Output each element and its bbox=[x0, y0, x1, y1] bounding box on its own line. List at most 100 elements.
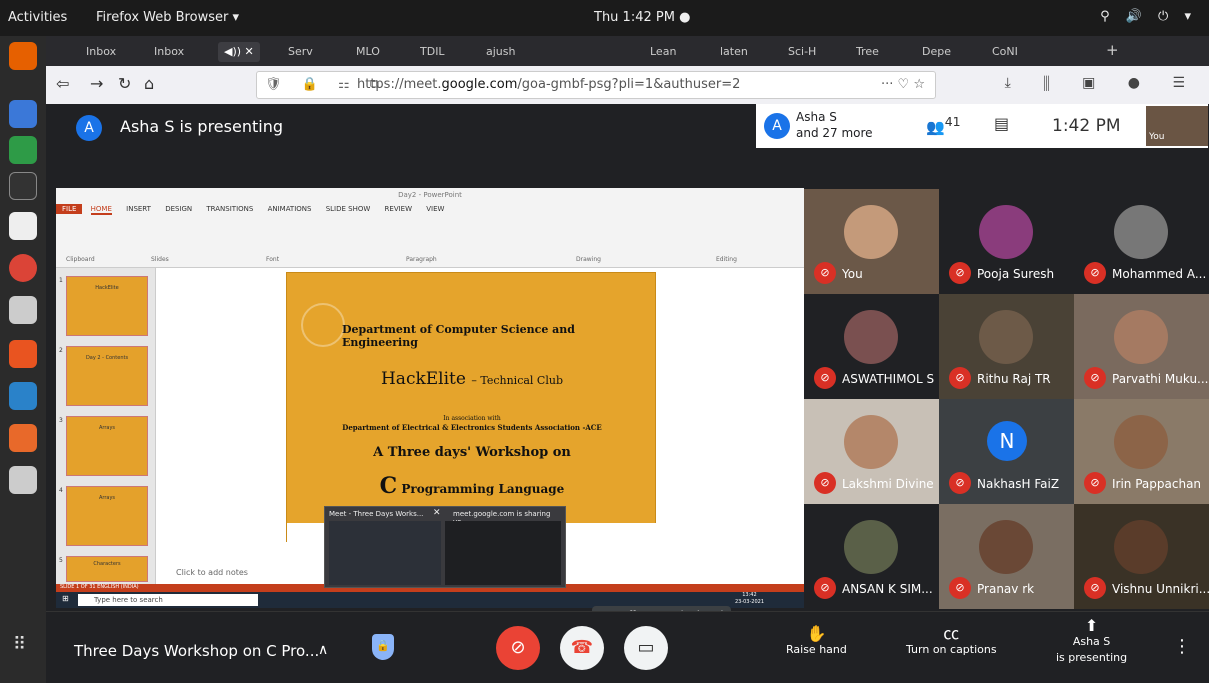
presenting-button[interactable]: ⬆ Asha S is presenting bbox=[1056, 618, 1127, 666]
slide-workshop: A Three days' Workshop on bbox=[373, 445, 571, 460]
thumb-num: 2 bbox=[59, 347, 63, 354]
participant-tile[interactable]: ⊘ Rithu Raj TR bbox=[939, 294, 1074, 399]
tab-laten[interactable]: laten bbox=[720, 42, 748, 62]
chrome-icon[interactable] bbox=[9, 254, 37, 282]
taskbar-time: 13:42 bbox=[742, 592, 757, 598]
thumb-4[interactable]: 4 Arrays bbox=[59, 486, 148, 546]
participant-name: Vishnu Unnikri... bbox=[1112, 582, 1209, 596]
participant-tile[interactable]: ⊘ You bbox=[804, 189, 939, 294]
participant-tile[interactable]: ⊘ Mohammed A... bbox=[1074, 189, 1209, 294]
url-bar[interactable]: 🛡 🔒 ⚏ ⧉ https://meet.google.com/goa-gmbf… bbox=[256, 71, 936, 99]
thumb-5[interactable]: 5 Characters bbox=[59, 556, 148, 582]
ppt-menu-animations[interactable]: ANIMATIONS bbox=[268, 205, 312, 213]
ppt-menu-view[interactable]: VIEW bbox=[426, 205, 444, 213]
writer-icon[interactable] bbox=[9, 100, 37, 128]
back-icon[interactable]: ⇦ bbox=[56, 74, 69, 93]
participant-tile[interactable]: ⊘ ANSAN K SIM... bbox=[804, 504, 939, 609]
captions-icon: ㏄ bbox=[943, 624, 960, 643]
presenter-box[interactable]: A Asha S and 27 more 👥41 ▤ 1:42 PM You bbox=[756, 104, 1208, 148]
popup-title-1: Meet - Three Days Works... bbox=[329, 510, 424, 518]
show-apps-icon[interactable]: ⠿ bbox=[13, 634, 26, 655]
shared-screen: Day2 - PowerPoint FILE HOME INSERT DESIG… bbox=[56, 188, 804, 608]
ppt-menu-slideshow[interactable]: SLIDE SHOW bbox=[326, 205, 371, 213]
home-icon[interactable]: ⌂ bbox=[144, 74, 154, 93]
raise-hand-button[interactable]: ✋ Raise hand bbox=[786, 626, 847, 658]
main-slide[interactable]: Department of Computer Science and Engin… bbox=[286, 272, 657, 543]
forward-icon[interactable]: → bbox=[90, 74, 103, 93]
participant-tile[interactable]: ⊘ ASWATHIMOL S bbox=[804, 294, 939, 399]
draw-icon[interactable] bbox=[9, 212, 37, 240]
toolbar-icons[interactable]: ⤓ ⫼ ▣ ● ☰ bbox=[1005, 75, 1199, 91]
participant-tile[interactable]: ⊘ Vishnu Unnikri... bbox=[1074, 504, 1209, 609]
group-clipboard: Clipboard bbox=[66, 256, 95, 263]
terminal-icon[interactable] bbox=[9, 172, 37, 200]
tab-scih[interactable]: Sci-H bbox=[788, 42, 816, 62]
group-paragraph: Paragraph bbox=[406, 256, 437, 263]
system-tray[interactable]: ⚲ 🔊 ⏻ ▾ bbox=[1100, 9, 1197, 24]
tab-ajush[interactable]: ajush bbox=[486, 42, 515, 62]
participant-name: Mohammed A... bbox=[1112, 267, 1207, 281]
tab-inbox-1[interactable]: Inbox bbox=[86, 42, 116, 62]
people-icon[interactable]: 👥41 bbox=[926, 114, 961, 136]
files-icon[interactable] bbox=[9, 296, 37, 324]
meeting-title[interactable]: Three Days Workshop on C Pro... bbox=[74, 642, 319, 660]
taskbar-search[interactable]: Type here to search bbox=[78, 594, 258, 606]
participant-tile[interactable]: N ⊘ NakhasH FaiZ bbox=[939, 399, 1074, 504]
tab-serv[interactable]: Serv bbox=[288, 42, 313, 62]
reload-icon[interactable]: ↻ bbox=[118, 74, 131, 93]
shield-icon[interactable]: 🔒 bbox=[372, 634, 394, 660]
participant-tile[interactable]: ⊘ Pranav rk bbox=[939, 504, 1074, 609]
popup-preview-2[interactable] bbox=[445, 521, 561, 585]
mic-toggle-button[interactable]: ⊘ bbox=[496, 626, 540, 670]
participant-tile[interactable]: ⊘ Lakshmi Divine bbox=[804, 399, 939, 504]
tab-depe[interactable]: Depe bbox=[922, 42, 951, 62]
windows-start-icon[interactable]: ⊞ bbox=[62, 594, 69, 603]
participant-name: ASWATHIMOL S bbox=[842, 372, 935, 386]
tab-mlo[interactable]: MLO bbox=[356, 42, 380, 62]
thumb-title: Arrays bbox=[98, 495, 116, 501]
ppt-menu-file[interactable]: FILE bbox=[56, 204, 83, 214]
chevron-up-icon[interactable]: ∧ bbox=[318, 642, 328, 658]
thumb-1[interactable]: 1 HackElite bbox=[59, 276, 148, 336]
self-view[interactable]: You bbox=[1146, 106, 1208, 146]
system-clock[interactable]: Thu 1:42 PM ● bbox=[594, 10, 690, 25]
leave-call-button[interactable]: ☎ bbox=[560, 626, 604, 670]
app-menu[interactable]: Firefox Web Browser ▾ bbox=[96, 10, 239, 25]
popup-preview-1[interactable] bbox=[329, 521, 441, 585]
app-icon[interactable] bbox=[9, 382, 37, 410]
ppt-menu-home[interactable]: HOME bbox=[90, 205, 112, 215]
captions-button[interactable]: ㏄ Turn on captions bbox=[906, 626, 997, 658]
chat-icon[interactable]: ▤ bbox=[994, 114, 1009, 133]
tab-inbox-2[interactable]: Inbox bbox=[154, 42, 184, 62]
window-preview-popup[interactable]: Meet - Three Days Works... ✕ meet.google… bbox=[324, 506, 566, 588]
participant-tile[interactable]: ⊘ Pooja Suresh bbox=[939, 189, 1074, 294]
tab-tdil[interactable]: TDIL bbox=[420, 42, 445, 62]
participant-avatar: N bbox=[987, 421, 1027, 461]
ppt-menu-transitions[interactable]: TRANSITIONS bbox=[206, 205, 253, 213]
tab-coni[interactable]: CoNI bbox=[992, 42, 1018, 62]
tab-lean[interactable]: Lean bbox=[650, 42, 676, 62]
close-icon[interactable]: ✕ bbox=[433, 508, 441, 518]
thumb-2[interactable]: 2 Day 2 - Contents bbox=[59, 346, 148, 406]
page-actions[interactable]: ··· ♡ ☆ bbox=[881, 72, 925, 98]
calc-icon[interactable] bbox=[9, 136, 37, 164]
new-tab-icon[interactable]: + bbox=[1106, 40, 1119, 60]
notes-placeholder[interactable]: Click to add notes bbox=[176, 568, 248, 577]
ppt-menu-design[interactable]: DESIGN bbox=[165, 205, 192, 213]
tab-tree[interactable]: Tree bbox=[856, 42, 879, 62]
more-options-icon[interactable]: ⋮ bbox=[1173, 636, 1191, 657]
thumb-3[interactable]: 3 Arrays bbox=[59, 416, 148, 476]
tab-meet-active[interactable]: ◀)) ✕ bbox=[218, 42, 260, 62]
activities-button[interactable]: Activities bbox=[8, 10, 67, 25]
camera-toggle-button[interactable]: ▭ bbox=[624, 626, 668, 670]
slide-language: C Programming Language bbox=[287, 473, 657, 499]
firefox-icon[interactable] bbox=[9, 42, 37, 70]
ppt-menu-review[interactable]: REVIEW bbox=[385, 205, 412, 213]
ppt-menu-insert[interactable]: INSERT bbox=[126, 205, 151, 213]
impress-icon[interactable] bbox=[9, 424, 37, 452]
participant-tile[interactable]: ⊘ Parvathi Muku... bbox=[1074, 294, 1209, 399]
software-center-icon[interactable] bbox=[9, 340, 37, 368]
disk-icon[interactable] bbox=[9, 466, 37, 494]
participant-name: Pranav rk bbox=[977, 582, 1035, 596]
participant-tile[interactable]: ⊘ Irin Pappachan bbox=[1074, 399, 1209, 504]
